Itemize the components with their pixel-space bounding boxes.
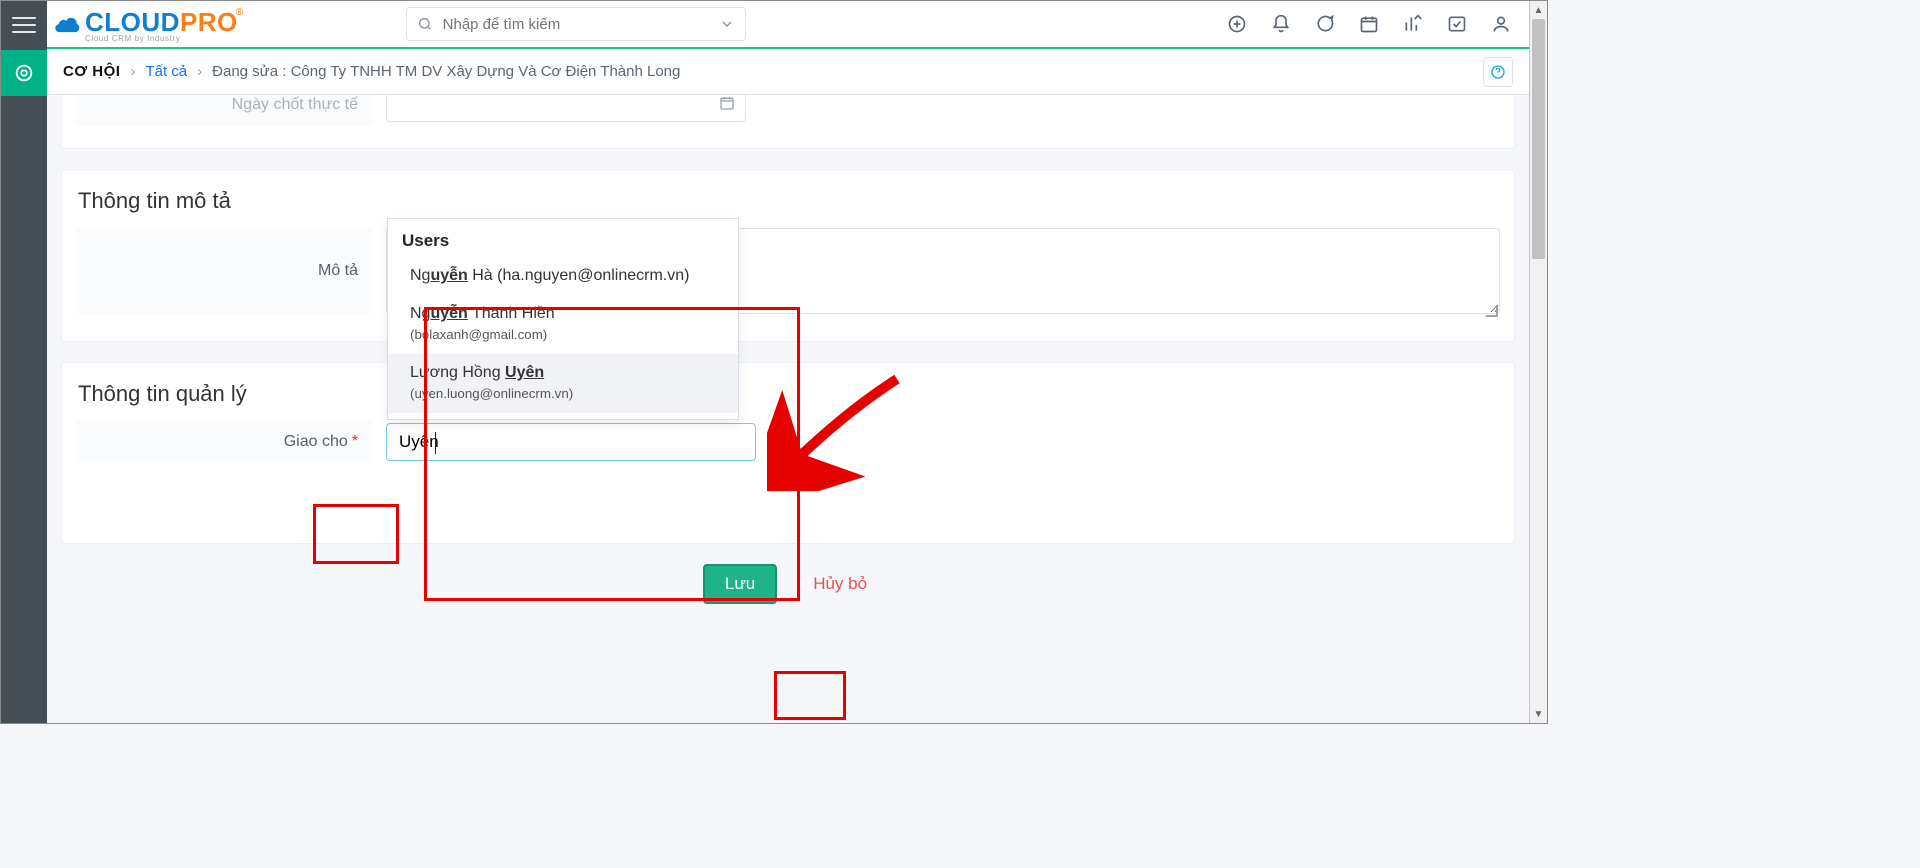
text-caret [435,432,436,454]
logo[interactable]: CLOUDPRO® Cloud CRM by Industry [51,6,246,43]
form-actions: Lưu Hủy bỏ [47,564,1529,604]
user-option[interactable]: Lương Hồng Uyên(uyen.luong@onlinecrm.vn) [388,354,738,413]
panel-description: Thông tin mô tả Mô tả [61,169,1515,342]
info-icon[interactable] [766,433,784,451]
breadcrumb-editing: Đang sửa : Công Ty TNHH TM DV Xây Dựng V… [212,63,680,80]
reports-icon[interactable] [1403,14,1423,34]
outer-scrollbar[interactable]: ▲ ▼ [1529,1,1547,723]
required-marker: * [352,433,358,451]
breadcrumb-all[interactable]: Tất cả [145,63,187,80]
section-title-description: Thông tin mô tả [78,188,1500,214]
dropdown-title: Users [388,225,738,257]
scroll-track[interactable] [1530,19,1547,705]
calendar-picker-icon [719,95,735,111]
sidebar [1,1,47,723]
user-option[interactable]: Nguyễn Thanh Hiền(bolaxanh@gmail.com) [388,295,738,354]
assigned-to-field[interactable]: Users Nguyễn Hà (ha.nguyen@onlinecrm.vn)… [386,423,756,461]
add-icon[interactable] [1227,14,1247,34]
bell-icon[interactable] [1271,14,1291,34]
help-icon [1490,64,1506,80]
panel-management: Thông tin quản lý Giao cho* Users Nguyễn… [61,362,1515,544]
cancel-button[interactable]: Hủy bỏ [807,573,873,595]
section-title-management: Thông tin quản lý [78,381,1500,407]
calendar-icon[interactable] [1359,14,1379,34]
menu-toggle[interactable] [1,1,47,49]
topbar: CLOUDPRO® Cloud CRM by Industry [47,1,1529,49]
save-button[interactable]: Lưu [703,564,777,604]
sidebar-record-icon[interactable] [1,50,47,96]
close-date-input[interactable] [386,95,746,122]
label-assigned-to: Giao cho* [76,421,372,463]
scroll-thumb[interactable] [1532,19,1545,259]
user-option[interactable]: Nguyễn Hà (ha.nguyen@onlinecrm.vn) [388,257,738,295]
breadcrumb: CƠ HỘI › Tất cả › Đang sửa : Công Ty TNH… [47,49,1529,95]
scroll-down-arrow[interactable]: ▼ [1530,705,1547,723]
breadcrumb-module[interactable]: CƠ HỘI [63,63,120,80]
global-search[interactable] [406,7,746,41]
tasks-icon[interactable] [1447,14,1467,34]
breadcrumb-separator: › [197,63,202,80]
label-description: Mô tả [76,228,372,314]
profile-icon[interactable] [1491,14,1511,34]
chat-icon[interactable] [1315,14,1335,34]
breadcrumb-separator: › [130,63,135,80]
assigned-to-input[interactable] [397,431,745,453]
search-icon [417,16,433,32]
scroll-up-arrow[interactable]: ▲ [1530,1,1547,19]
chevron-down-icon[interactable] [719,16,735,32]
help-button[interactable] [1483,57,1513,87]
label-close-date: Ngày chốt thực tế [76,95,372,126]
search-input[interactable] [441,15,711,34]
panel-dates: Ngày chốt thực tế [61,95,1515,149]
user-dropdown: Users Nguyễn Hà (ha.nguyen@onlinecrm.vn)… [387,218,739,420]
top-actions [1227,14,1511,34]
